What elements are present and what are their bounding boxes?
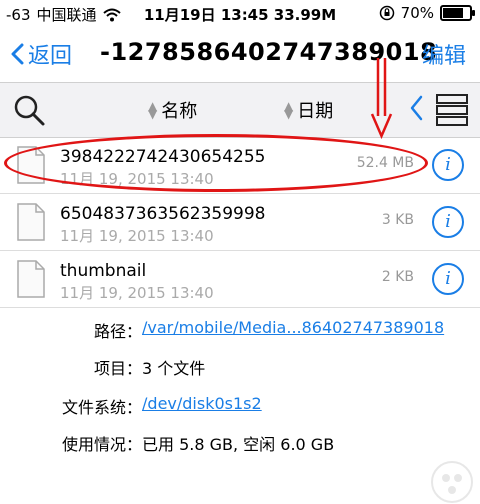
- filesystem-row: 文件系统： /dev/disk0s1s2: [62, 394, 262, 418]
- filesystem-label: 文件系统：: [62, 398, 143, 417]
- path-row: 路径： /var/mobile/Media...86402747389018: [94, 318, 444, 342]
- rotation-lock-icon: [379, 5, 394, 21]
- toolbar: ▲ ▼ 名称 ▲ ▼ 日期: [0, 82, 480, 138]
- annotation-arrow-icon: [370, 58, 393, 140]
- watermark-logo-icon: [431, 461, 473, 503]
- sort-date-label: 日期: [297, 101, 334, 122]
- sort-by-date-button[interactable]: ▲ ▼ 日期: [284, 97, 333, 123]
- file-name: 6504837363562359998: [60, 204, 266, 224]
- status-bar: -63 中国联通 11月19日 13:45 33.99M 70%: [0, 0, 480, 28]
- path-link[interactable]: /var/mobile/Media...86402747389018: [142, 318, 444, 342]
- filesystem-link[interactable]: /dev/disk0s1s2: [142, 394, 262, 418]
- back-label: 返回: [28, 44, 73, 69]
- sort-arrows-icon: ▲ ▼: [148, 99, 158, 121]
- status-right: 70%: [379, 4, 475, 22]
- usage-row: 使用情况： 已用 5.8 GB, 空闲 6.0 GB: [62, 431, 334, 455]
- search-icon[interactable]: [12, 93, 46, 127]
- items-value: 3 个文件: [142, 359, 206, 378]
- back-button[interactable]: 返回: [10, 38, 72, 70]
- items-row: 项目： 3 个文件: [94, 355, 205, 379]
- items-label: 项目：: [94, 359, 143, 378]
- battery-fill: [443, 8, 463, 18]
- battery-icon: [440, 5, 475, 21]
- file-size: 2 KB: [381, 269, 414, 285]
- path-label: 路径：: [94, 322, 143, 341]
- file-size: 3 KB: [381, 212, 414, 228]
- info-icon[interactable]: i: [432, 263, 464, 295]
- document-icon: [17, 260, 45, 298]
- sort-name-label: 名称: [161, 101, 198, 122]
- info-icon[interactable]: i: [432, 206, 464, 238]
- list-view-icon[interactable]: [436, 93, 468, 127]
- navigation-bar: 返回 -1278586402747389018 编辑: [0, 28, 480, 78]
- annotation-ellipse: [4, 134, 428, 192]
- sort-by-name-button[interactable]: ▲ ▼ 名称: [148, 97, 197, 123]
- document-icon: [17, 203, 45, 241]
- usage-value: 已用 5.8 GB, 空闲 6.0 GB: [142, 435, 335, 454]
- file-date: 11月 19, 2015 13:40: [60, 284, 214, 302]
- sort-arrows-icon: ▲ ▼: [284, 99, 294, 121]
- file-row[interactable]: 6504837363562359998 11月 19, 2015 13:40 3…: [0, 194, 480, 251]
- usage-label: 使用情况：: [62, 435, 143, 454]
- info-icon[interactable]: i: [432, 149, 464, 181]
- edit-button[interactable]: 编辑: [422, 38, 466, 70]
- battery-percent: 70%: [400, 4, 434, 22]
- file-date: 11月 19, 2015 13:40: [60, 227, 214, 245]
- file-row[interactable]: thumbnail 11月 19, 2015 13:40 2 KB i: [0, 251, 480, 308]
- chevron-left-icon[interactable]: [408, 93, 424, 123]
- file-name: thumbnail: [60, 261, 147, 281]
- chevron-left-icon: [11, 43, 24, 65]
